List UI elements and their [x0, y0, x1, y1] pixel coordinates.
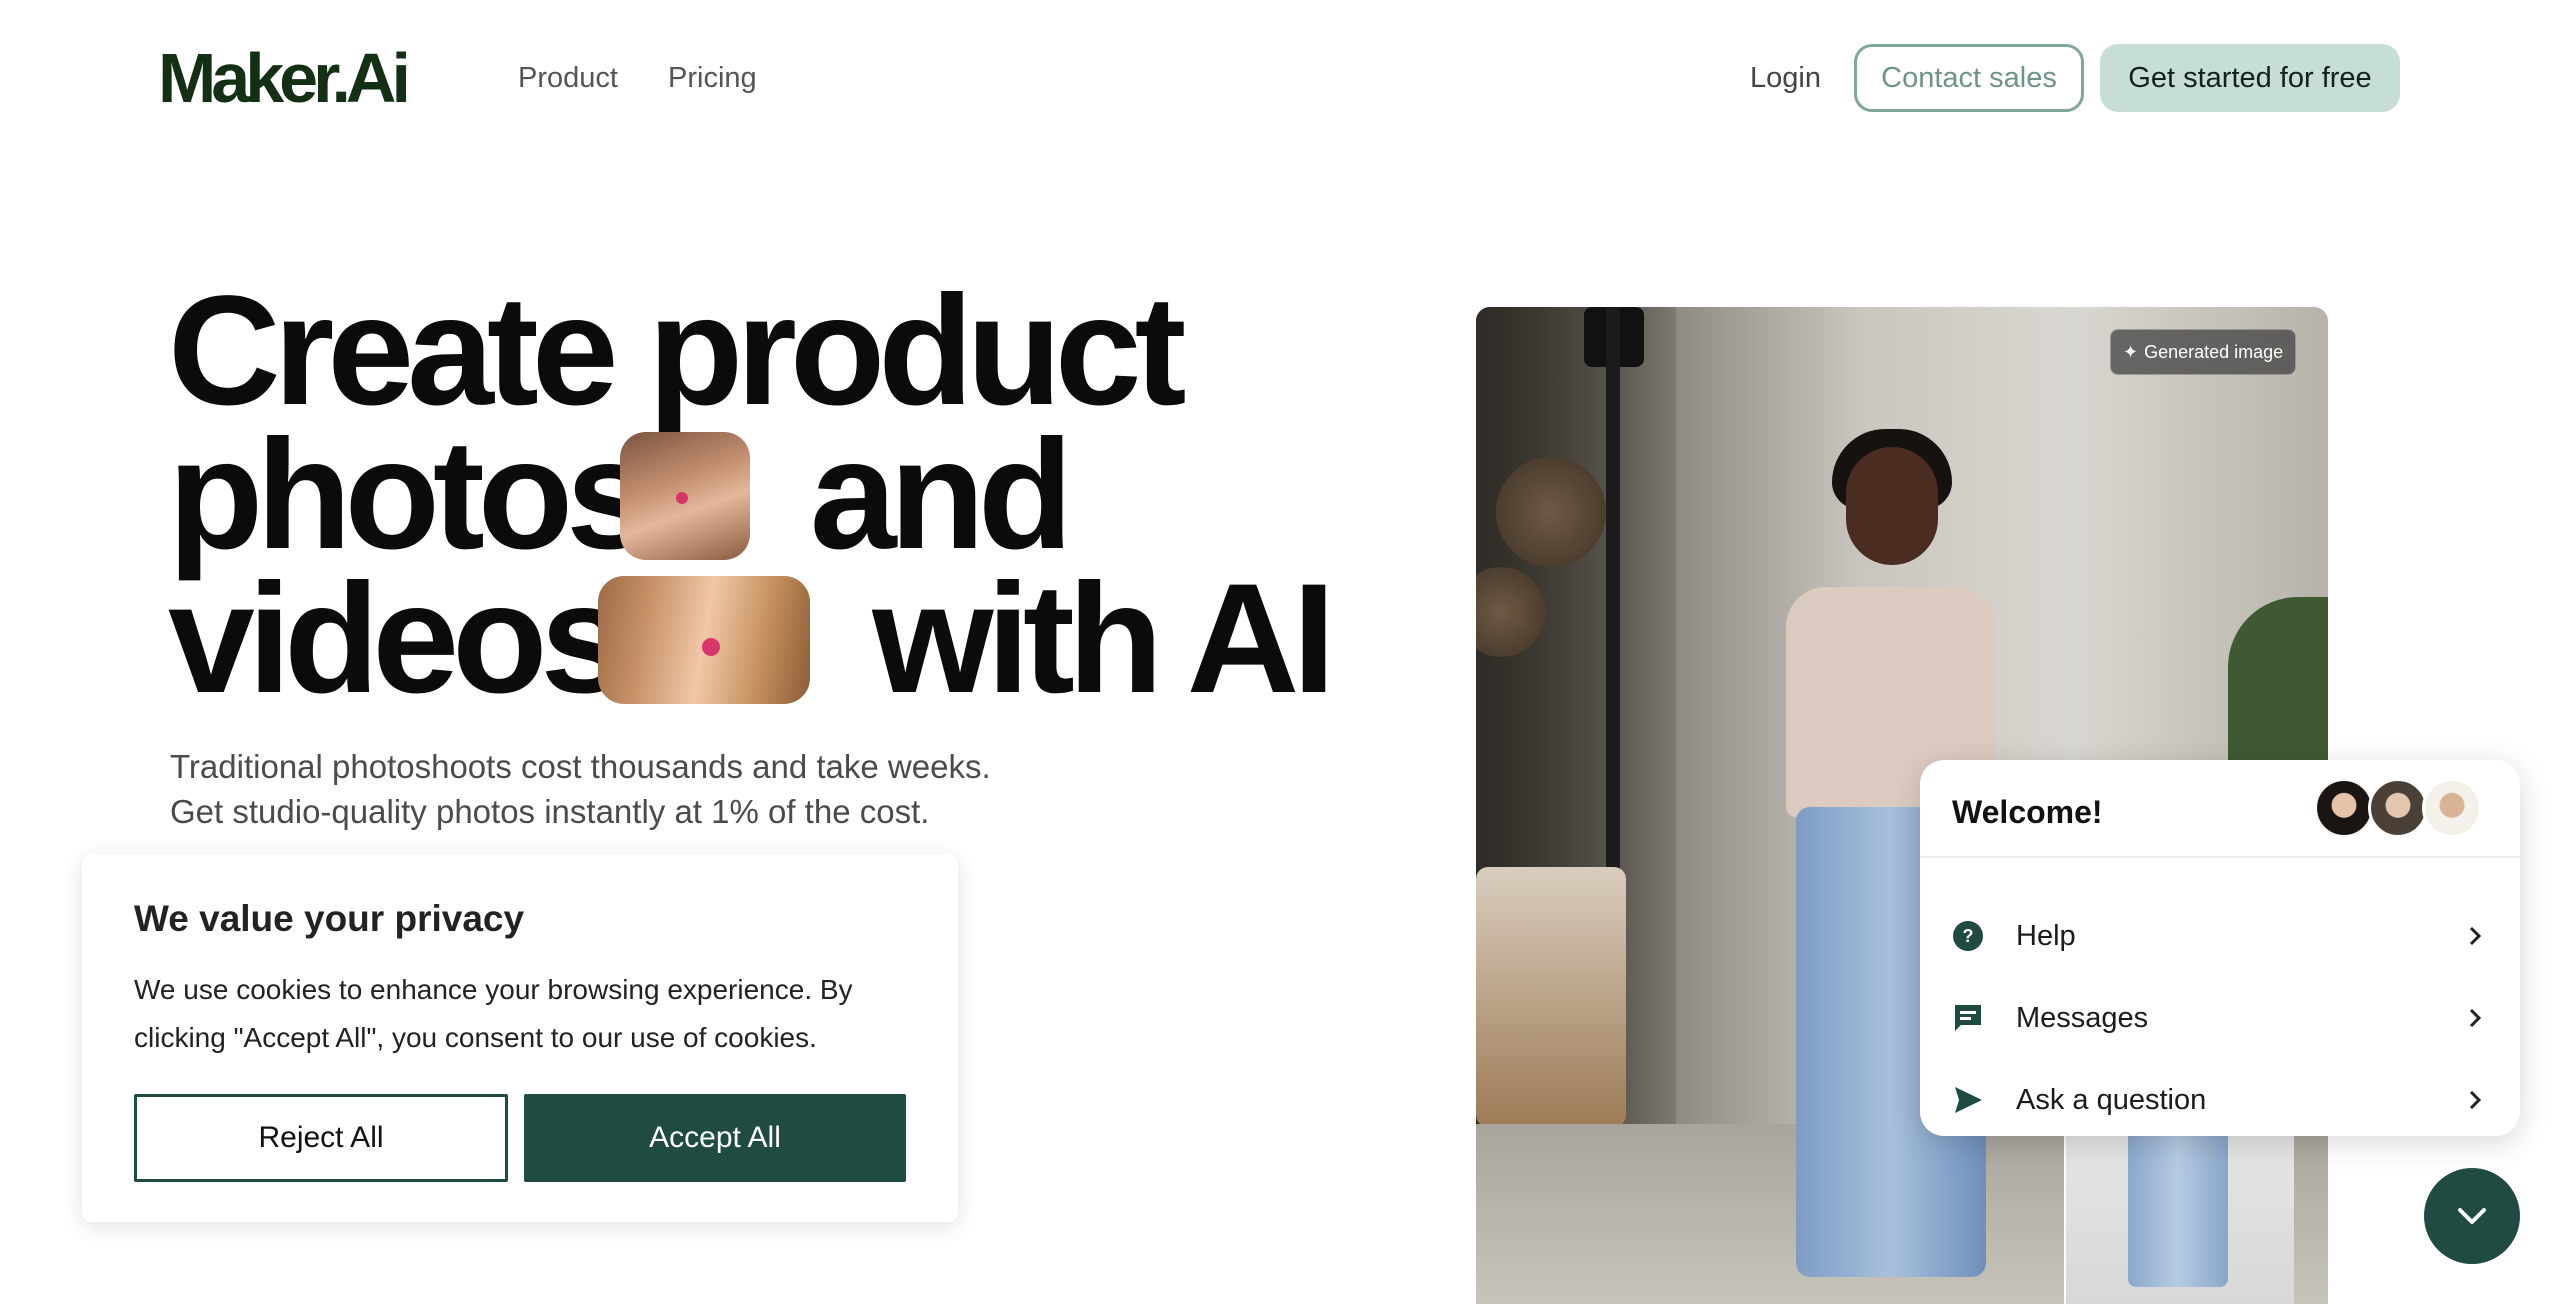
svg-text:?: ? — [1963, 926, 1974, 946]
divider — [1920, 856, 2520, 858]
nav-product[interactable]: Product — [518, 58, 618, 98]
chat-item-label: Messages — [2016, 1002, 2149, 1034]
messages-icon — [1955, 1005, 1981, 1031]
login-link[interactable]: Login — [1750, 58, 1821, 98]
help-icon: ? — [1953, 921, 1983, 951]
inline-photo-thumbnail — [620, 432, 750, 560]
avatar — [2368, 778, 2428, 838]
generated-image-label: Generated image — [2144, 342, 2284, 362]
chevron-right-icon — [2469, 926, 2482, 946]
wall-basket — [1496, 457, 1606, 567]
get-started-button[interactable]: Get started for free — [2100, 44, 2400, 112]
chat-toggle-button[interactable] — [2424, 1168, 2520, 1264]
chat-item-label: Help — [2016, 920, 2076, 952]
chat-item-label: Ask a question — [2016, 1084, 2207, 1116]
site-header: Maker.Ai Product Pricing Login Contact s… — [0, 0, 2560, 156]
chevron-down-icon — [2458, 1208, 2486, 1224]
avatar — [2314, 778, 2374, 838]
cookie-consent-banner: We value your privacy We use cookies to … — [82, 854, 958, 1222]
avatar — [2422, 778, 2482, 838]
logo[interactable]: Maker.Ai — [158, 38, 411, 118]
reject-all-button[interactable]: Reject All — [134, 1094, 508, 1182]
hero-word-videos: videos — [168, 552, 627, 726]
nav-pricing[interactable]: Pricing — [668, 58, 757, 98]
generated-image-badge: ✦ Generated image — [2110, 329, 2297, 375]
chat-item-ask-question[interactable]: Ask a question — [1920, 1060, 2520, 1140]
cookie-title: We value your privacy — [134, 898, 525, 939]
cookie-text: We use cookies to enhance your browsing … — [134, 974, 853, 1053]
sparkle-icon: ✦ — [2123, 342, 2139, 362]
hero-heading-line-2: photos and — [168, 417, 1073, 573]
chair — [1476, 867, 1626, 1127]
contact-sales-button[interactable]: Contact sales — [1854, 44, 2084, 112]
hero-heading-line-1: Create product — [168, 264, 1187, 438]
chat-item-help[interactable]: ? Help — [1920, 896, 2520, 976]
chat-widget: Welcome! ? Help Messages Ask a question — [1920, 760, 2520, 1136]
chat-title: Welcome! — [1952, 794, 2103, 830]
hero-subtitle-line-2: Get studio-quality photos instantly at 1… — [170, 793, 930, 830]
chevron-right-icon — [2469, 1090, 2482, 1110]
inline-video-thumbnail — [598, 576, 810, 704]
hero-subtitle-line-1: Traditional photoshoots cost thousands a… — [170, 748, 991, 785]
hero-subtitle: Traditional photoshoots cost thousands a… — [170, 744, 991, 834]
send-icon — [1955, 1087, 1982, 1113]
hero-word-with-ai: with AI — [872, 552, 1335, 726]
accept-all-button[interactable]: Accept All — [524, 1094, 906, 1182]
chevron-right-icon — [2469, 1008, 2482, 1028]
chat-item-messages[interactable]: Messages — [1920, 978, 2520, 1058]
